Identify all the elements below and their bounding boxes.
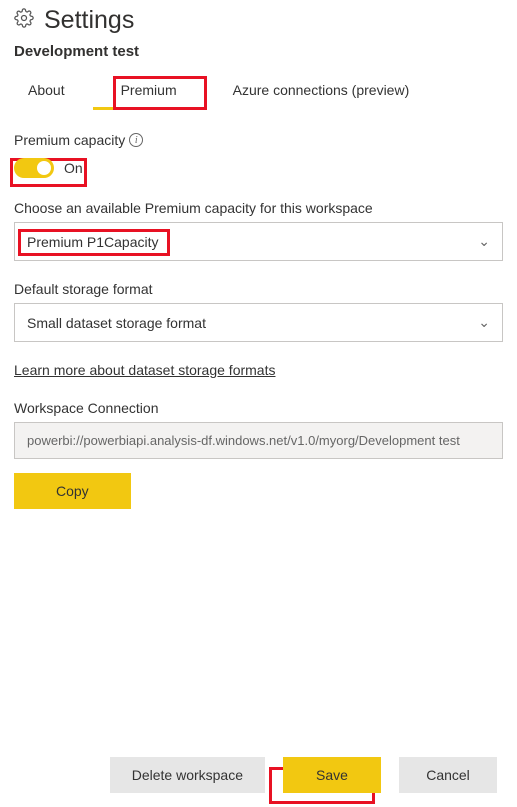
storage-format-label: Default storage format	[14, 281, 503, 297]
content: Premium capacity i On Choose an availabl…	[0, 108, 517, 509]
tab-about[interactable]: About	[14, 72, 93, 108]
storage-format-value: Small dataset storage format	[27, 315, 206, 331]
toggle-state-label: On	[64, 160, 83, 176]
tabs: About Premium Azure connections (preview…	[0, 72, 517, 108]
save-button[interactable]: Save	[283, 757, 381, 793]
delete-workspace-button[interactable]: Delete workspace	[110, 757, 265, 793]
toggle-row: On	[14, 158, 503, 178]
premium-toggle[interactable]	[14, 158, 54, 178]
toggle-knob	[37, 161, 51, 175]
info-icon[interactable]: i	[129, 133, 143, 147]
capacity-select[interactable]: Premium P1Capacity ⌄	[14, 222, 503, 261]
capacity-select-value: Premium P1Capacity	[27, 234, 159, 250]
workspace-connection-label: Workspace Connection	[14, 400, 503, 416]
footer: Delete workspace Save Cancel	[0, 743, 517, 807]
chevron-down-icon: ⌄	[478, 233, 490, 250]
workspace-connection-input[interactable]: powerbi://powerbiapi.analysis-df.windows…	[14, 422, 503, 459]
learn-more-link[interactable]: Learn more about dataset storage formats	[14, 362, 275, 378]
workspace-name: Development test	[0, 37, 517, 64]
settings-header: Settings	[0, 0, 517, 37]
chevron-down-icon: ⌄	[478, 314, 490, 331]
tab-premium[interactable]: Premium	[93, 72, 205, 108]
page-title: Settings	[44, 6, 134, 35]
premium-capacity-label: Premium capacity i	[14, 132, 503, 148]
gear-icon	[14, 8, 34, 33]
storage-format-select[interactable]: Small dataset storage format ⌄	[14, 303, 503, 342]
choose-capacity-label: Choose an available Premium capacity for…	[14, 200, 503, 216]
copy-button[interactable]: Copy	[14, 473, 131, 509]
cancel-button[interactable]: Cancel	[399, 757, 497, 793]
tab-azure[interactable]: Azure connections (preview)	[205, 72, 438, 108]
premium-capacity-label-text: Premium capacity	[14, 132, 125, 148]
